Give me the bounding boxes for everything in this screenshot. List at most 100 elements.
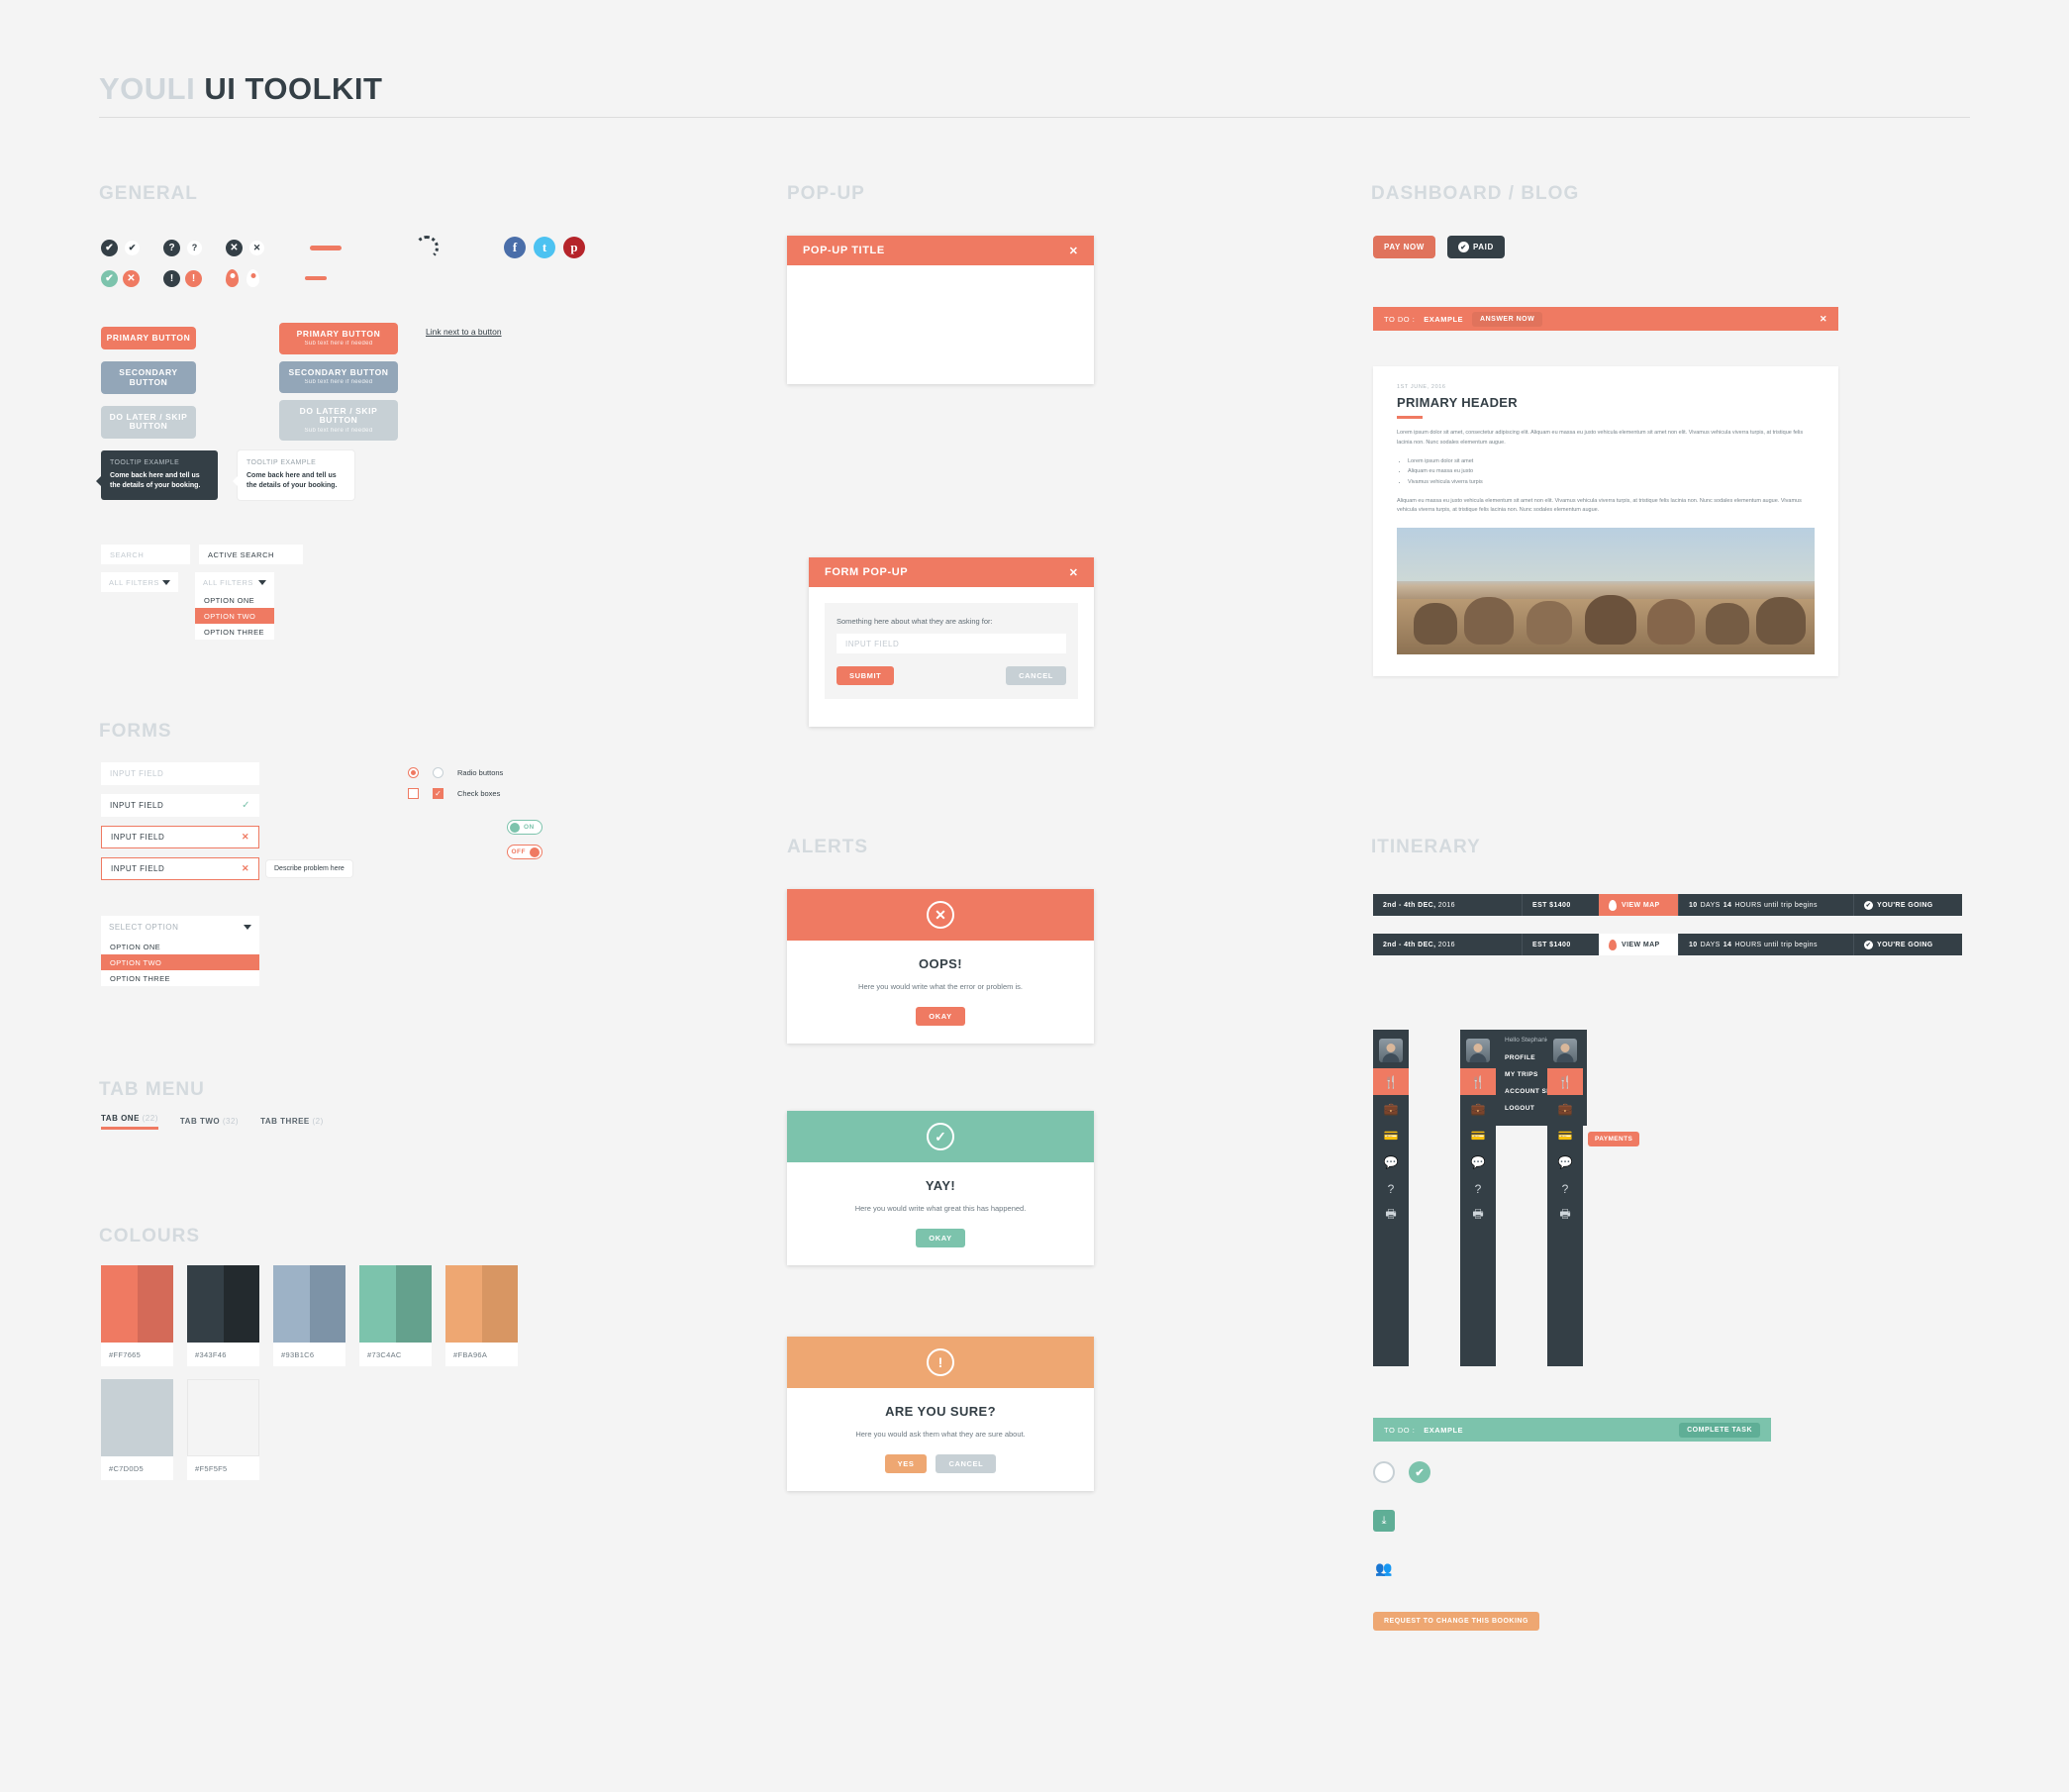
nav-print-icon[interactable]: 🖶 bbox=[1373, 1202, 1409, 1229]
twitter-icon[interactable]: t bbox=[534, 237, 555, 258]
filter-dropdown-closed[interactable]: ALL FILTERS bbox=[101, 572, 178, 592]
task-complete-check-icon[interactable]: ✔ bbox=[1409, 1461, 1430, 1483]
filter-option-three[interactable]: OPTION THREE bbox=[195, 624, 274, 640]
toggle-off[interactable]: OFF bbox=[507, 845, 542, 859]
people-group-icon[interactable]: 👥 bbox=[1373, 1557, 1395, 1579]
popup-plain-title: POP-UP TITLE bbox=[803, 245, 885, 256]
filter-dropdown-open-head[interactable]: ALL FILTERS bbox=[195, 572, 274, 592]
divider-short-icon bbox=[305, 276, 327, 280]
link-next-to-button[interactable]: Link next to a button bbox=[426, 327, 502, 337]
nav-food-icon[interactable]: 🍴 bbox=[1547, 1068, 1583, 1095]
checkbox-checked[interactable]: ✓ bbox=[433, 788, 443, 799]
tooltip-dark-arrow bbox=[96, 476, 101, 486]
nav-print-icon[interactable]: 🖶 bbox=[1460, 1202, 1496, 1229]
okay-button[interactable]: OKAY bbox=[916, 1007, 965, 1026]
nav-wallet-icon[interactable]: 💳 bbox=[1547, 1122, 1583, 1148]
select-option-one[interactable]: OPTION ONE bbox=[101, 939, 259, 954]
filter-option-two[interactable]: OPTION TWO bbox=[195, 608, 274, 624]
blog-card-paragraph-2: Aliquam eu massa eu justo vehicula eleme… bbox=[1397, 497, 1802, 514]
okay-button[interactable]: OKAY bbox=[916, 1229, 965, 1247]
active-search-input[interactable]: ACTIVE SEARCH bbox=[199, 545, 303, 564]
nav-chat-icon[interactable]: 💬 bbox=[1547, 1148, 1583, 1175]
view-map-button-2[interactable]: VIEW MAP bbox=[1599, 934, 1678, 955]
popup-form: FORM POP-UP ✕ Something here about what … bbox=[809, 557, 1094, 727]
avatar[interactable] bbox=[1466, 1039, 1490, 1062]
select-option-three[interactable]: OPTION THREE bbox=[101, 970, 259, 986]
nav-wallet-icon[interactable]: 💳 bbox=[1460, 1122, 1496, 1148]
nav-briefcase-icon[interactable]: 💼 bbox=[1373, 1095, 1409, 1122]
nav-food-icon[interactable]: 🍴 bbox=[1460, 1068, 1496, 1095]
primary-button-with-sub[interactable]: PRIMARY BUTTON Sub text here if needed bbox=[279, 323, 398, 354]
payments-tooltip-badge: PAYMENTS bbox=[1588, 1132, 1640, 1146]
button-stack-plain: PRIMARY BUTTON SECONDARY BUTTON DO LATER… bbox=[101, 327, 196, 439]
select-option-head[interactable]: SELECT OPTION bbox=[101, 916, 259, 939]
alert-success-header: ✓ bbox=[787, 1111, 1094, 1162]
close-icon[interactable]: ✕ bbox=[1069, 245, 1078, 257]
input-field-placeholder[interactable]: INPUT FIELD bbox=[101, 762, 259, 785]
filter-dropdown-open[interactable]: ALL FILTERS OPTION ONE OPTION TWO OPTION… bbox=[195, 572, 274, 640]
request-change-booking-button[interactable]: REQUEST TO CHANGE THIS BOOKING bbox=[1373, 1612, 1539, 1631]
secondary-button-with-sub[interactable]: SECONDARY BUTTON Sub text here if needed bbox=[279, 360, 398, 393]
avatar[interactable] bbox=[1379, 1039, 1403, 1062]
filter-dropdown-closed-label: ALL FILTERS bbox=[109, 577, 159, 587]
tab-three-label: TAB THREE bbox=[260, 1117, 310, 1126]
avatar[interactable] bbox=[1553, 1039, 1577, 1062]
nav-help-icon[interactable]: ? bbox=[1373, 1175, 1409, 1202]
countdown-days-label-1: DAYS bbox=[1700, 901, 1721, 909]
close-icon[interactable]: ✕ bbox=[1069, 566, 1078, 579]
paid-button[interactable]: ✔ PAID bbox=[1446, 236, 1505, 258]
filter-dropdown-closed-head[interactable]: ALL FILTERS bbox=[101, 572, 178, 592]
task-incomplete-circle[interactable] bbox=[1373, 1461, 1395, 1483]
search-input[interactable]: SEARCH bbox=[101, 545, 190, 564]
nav-chat-icon[interactable]: 💬 bbox=[1460, 1148, 1496, 1175]
nav-food-icon[interactable]: 🍴 bbox=[1373, 1068, 1409, 1095]
skip-button[interactable]: DO LATER / SKIP BUTTON bbox=[101, 406, 196, 439]
document-download-icon[interactable]: ⤓ bbox=[1373, 1510, 1395, 1532]
pinterest-icon[interactable]: p bbox=[563, 237, 585, 258]
section-title-colours: COLOURS bbox=[99, 1226, 200, 1246]
answer-now-button[interactable]: ANSWER NOW bbox=[1472, 311, 1543, 327]
select-option-dropdown[interactable]: SELECT OPTION OPTION ONE OPTION TWO OPTI… bbox=[101, 916, 259, 986]
popup-plain-body bbox=[787, 265, 1094, 384]
cancel-button[interactable]: CANCEL bbox=[936, 1454, 997, 1473]
checkbox-unchecked[interactable] bbox=[408, 788, 419, 799]
view-map-button-1[interactable]: VIEW MAP bbox=[1599, 894, 1678, 916]
toggle-on[interactable]: ON bbox=[507, 820, 542, 835]
nav-chat-icon[interactable]: 💬 bbox=[1373, 1148, 1409, 1175]
check-circle-icon: ✓ bbox=[927, 1123, 954, 1150]
submit-button[interactable]: SUBMIT bbox=[837, 666, 895, 685]
nav-briefcase-icon[interactable]: 💼 bbox=[1547, 1095, 1583, 1122]
tab-one[interactable]: TAB ONE (22) bbox=[101, 1114, 158, 1130]
input-field-error[interactable]: INPUT FIELD ✕ bbox=[101, 826, 259, 848]
nav-print-icon[interactable]: 🖶 bbox=[1547, 1202, 1583, 1229]
nav-help-icon[interactable]: ? bbox=[1460, 1175, 1496, 1202]
toggle-on-knob bbox=[510, 822, 520, 833]
close-icon[interactable]: ✕ bbox=[1820, 314, 1827, 325]
primary-button-sub-text: Sub text here if needed bbox=[304, 341, 373, 348]
pay-now-button[interactable]: PAY NOW bbox=[1373, 236, 1435, 258]
secondary-button[interactable]: SECONDARY BUTTON bbox=[101, 361, 196, 395]
radio-unselected[interactable] bbox=[433, 767, 443, 778]
primary-button[interactable]: PRIMARY BUTTON bbox=[101, 327, 196, 350]
nav-help-icon[interactable]: ? bbox=[1547, 1175, 1583, 1202]
tab-two[interactable]: TAB TWO (32) bbox=[180, 1117, 239, 1130]
radio-selected[interactable] bbox=[408, 767, 419, 778]
todo-label: EXAMPLE bbox=[1424, 314, 1464, 324]
select-option-two[interactable]: OPTION TWO bbox=[101, 954, 259, 970]
document-download-row: ⤓ bbox=[1373, 1510, 1395, 1532]
yes-button[interactable]: YES bbox=[884, 1454, 928, 1473]
skip-button-with-sub[interactable]: DO LATER / SKIP BUTTON Sub text here if … bbox=[279, 399, 398, 442]
nav-wallet-icon[interactable]: 💳 bbox=[1373, 1122, 1409, 1148]
popup-form-input[interactable]: INPUT FIELD bbox=[837, 634, 1066, 653]
input-field-valid[interactable]: INPUT FIELD ✓ bbox=[101, 794, 259, 817]
tab-menu: TAB ONE (22) TAB TWO (32) TAB THREE (2) bbox=[101, 1114, 324, 1130]
nav-briefcase-icon[interactable]: 💼 bbox=[1460, 1095, 1496, 1122]
secondary-button-sub-text: Sub text here if needed bbox=[304, 379, 373, 386]
cancel-button[interactable]: CANCEL bbox=[1006, 666, 1066, 685]
tab-three[interactable]: TAB THREE (2) bbox=[260, 1117, 324, 1130]
complete-task-button[interactable]: COMPLETE TASK bbox=[1679, 1422, 1760, 1438]
check-circle-icon: ✔ bbox=[1457, 242, 1469, 252]
filter-option-one[interactable]: OPTION ONE bbox=[195, 592, 274, 608]
facebook-icon[interactable]: f bbox=[504, 237, 526, 258]
input-field-error-2[interactable]: INPUT FIELD ✕ bbox=[101, 857, 259, 880]
